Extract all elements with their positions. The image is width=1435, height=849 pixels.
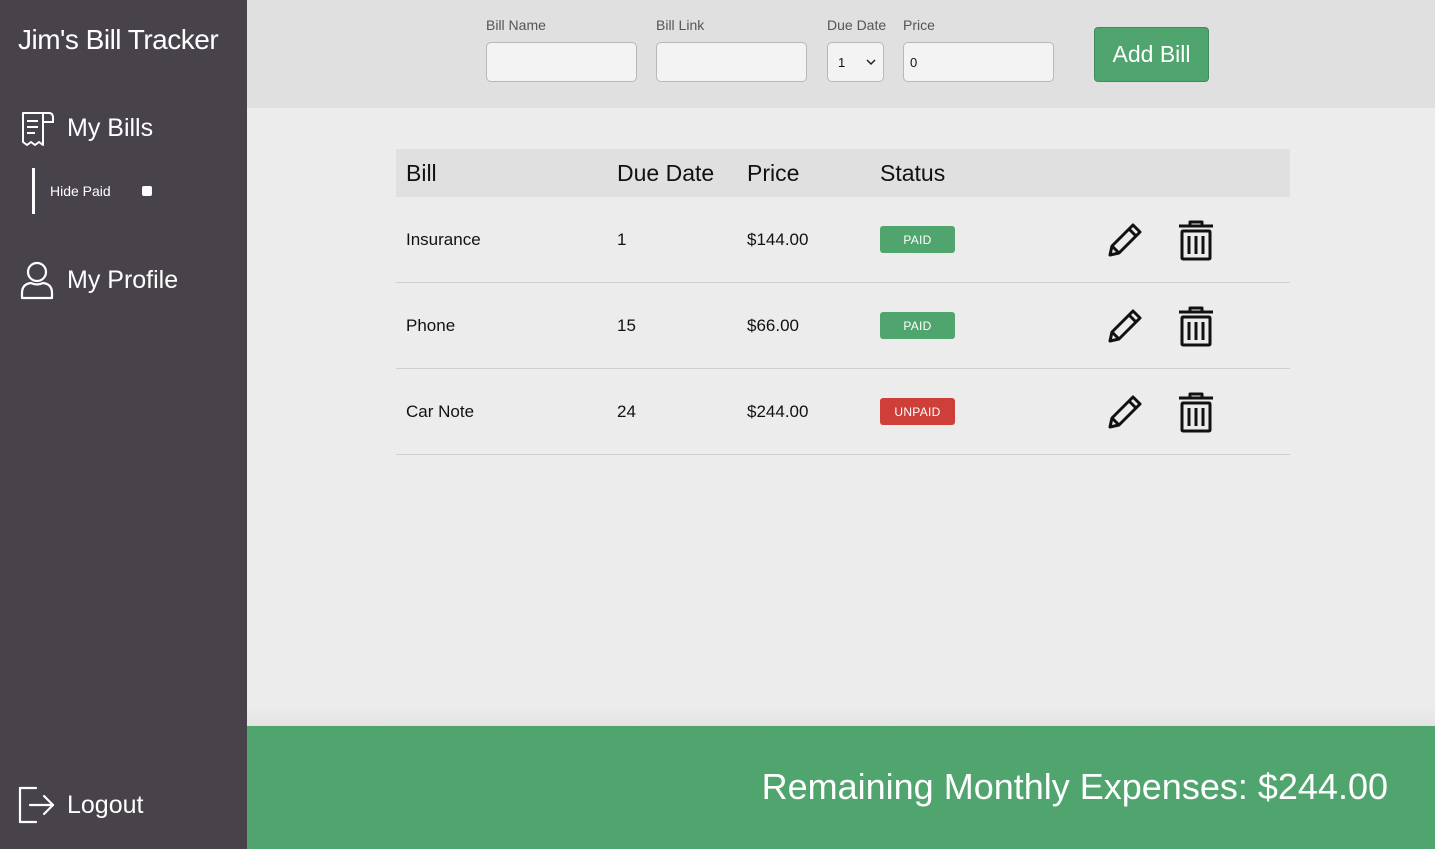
- logout-icon: [18, 785, 56, 825]
- bill-link-label: Bill Link: [656, 17, 705, 33]
- trash-icon: [1179, 392, 1213, 432]
- sidebar: Jim's Bill Tracker My Bills Hide Paid My…: [0, 0, 247, 849]
- nav-my-profile[interactable]: My Profile: [18, 260, 178, 300]
- status-badge[interactable]: PAID: [880, 226, 955, 253]
- status-badge[interactable]: UNPAID: [880, 398, 955, 425]
- due-date-select[interactable]: 1: [827, 42, 884, 82]
- logout-label: Logout: [67, 790, 144, 819]
- bill-due-date: 15: [617, 315, 636, 335]
- nav-my-bills[interactable]: My Bills: [18, 108, 153, 148]
- app-title: Jim's Bill Tracker: [18, 24, 219, 55]
- bill-price: $244.00: [747, 401, 809, 421]
- status-cell: PAID: [880, 283, 955, 368]
- bill-price: $144.00: [747, 229, 809, 249]
- table-row: Phone 15 $66.00 PAID: [396, 283, 1290, 369]
- hide-paid-filter: Hide Paid: [32, 168, 152, 214]
- logout-button[interactable]: Logout: [18, 785, 143, 825]
- edit-button[interactable]: [1104, 197, 1146, 282]
- edit-button[interactable]: [1104, 369, 1146, 454]
- chevron-down-icon: [866, 59, 876, 66]
- remaining-expenses: Remaining Monthly Expenses: $244.00: [761, 766, 1388, 807]
- bill-link-field: Bill Link: [656, 17, 807, 82]
- edit-button[interactable]: [1104, 283, 1146, 368]
- bill-link-input[interactable]: [656, 42, 807, 82]
- due-date-field: Due Date 1: [827, 17, 886, 82]
- bill-name-label: Bill Name: [486, 17, 546, 33]
- nav-my-profile-label: My Profile: [67, 265, 179, 294]
- status-cell: PAID: [880, 197, 955, 282]
- receipt-icon: [18, 108, 56, 148]
- bill-name-field: Bill Name: [486, 17, 637, 82]
- add-bill-button[interactable]: Add Bill: [1094, 27, 1209, 82]
- bill-due-date: 1: [617, 229, 627, 249]
- bill-name: Phone: [406, 315, 456, 335]
- table-header: Bill Due Date Price Status: [396, 149, 1290, 197]
- pencil-icon: [1108, 223, 1142, 256]
- price-field: Price 0: [903, 17, 1054, 82]
- summary-footer: Remaining Monthly Expenses: $244.00: [247, 726, 1435, 849]
- hide-paid-checkbox[interactable]: [141, 186, 152, 196]
- header-bill: Bill: [406, 159, 437, 186]
- bill-name: Insurance: [406, 229, 481, 249]
- header-price: Price: [747, 159, 800, 186]
- table-row: Car Note 24 $244.00 UNPAID: [396, 369, 1290, 455]
- trash-icon: [1179, 220, 1213, 260]
- bills-table: Bill Due Date Price Status Insurance 1 $…: [396, 149, 1290, 455]
- add-bill-form: Bill Name Bill Link Due Date 1 Price 0 A…: [247, 0, 1435, 108]
- due-date-label: Due Date: [827, 17, 887, 33]
- status-badge[interactable]: PAID: [880, 312, 955, 339]
- bill-price: $66.00: [747, 315, 799, 335]
- user-icon: [18, 260, 56, 300]
- delete-button[interactable]: [1176, 369, 1216, 454]
- nav-my-bills-label: My Bills: [67, 113, 154, 142]
- hide-paid-label: Hide Paid: [50, 183, 111, 199]
- delete-button[interactable]: [1176, 283, 1216, 368]
- table-row: Insurance 1 $144.00 PAID: [396, 197, 1290, 283]
- delete-button[interactable]: [1176, 197, 1216, 282]
- header-due-date: Due Date: [617, 159, 715, 186]
- bill-due-date: 24: [617, 401, 636, 421]
- trash-icon: [1179, 306, 1213, 346]
- pencil-icon: [1108, 395, 1142, 428]
- bill-name: Car Note: [406, 401, 475, 421]
- header-status: Status: [880, 159, 946, 186]
- pencil-icon: [1108, 309, 1142, 342]
- status-cell: UNPAID: [880, 369, 955, 454]
- bill-name-input[interactable]: [486, 42, 637, 82]
- footer-shadow: [247, 706, 1435, 726]
- price-label: Price: [903, 17, 935, 33]
- price-input[interactable]: 0: [903, 42, 1054, 82]
- due-date-value: 1: [838, 54, 846, 70]
